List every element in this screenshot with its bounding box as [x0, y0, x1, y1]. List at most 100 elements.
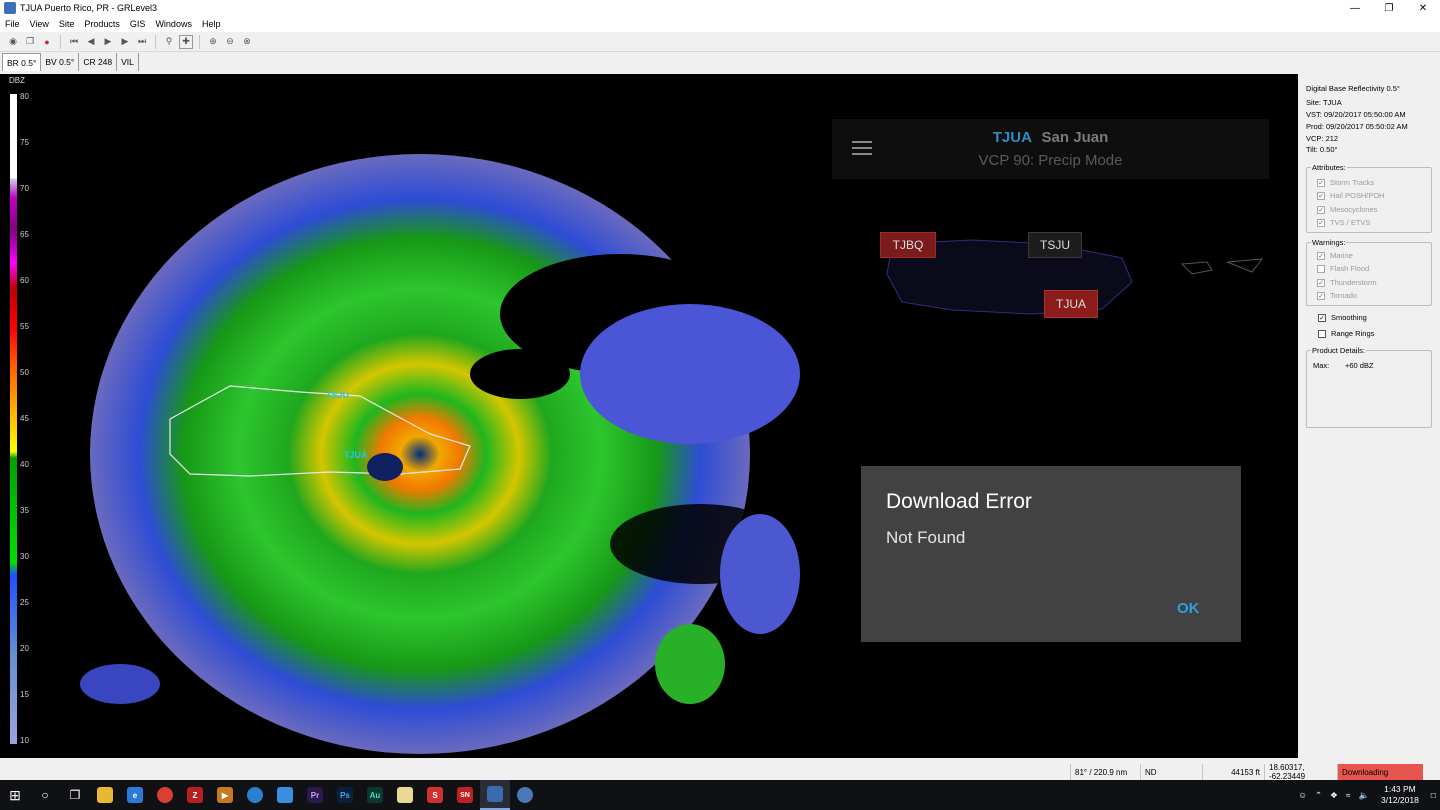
step-back-icon[interactable]: ◀ [84, 35, 98, 49]
checkbox-mesocyclones[interactable]: ✓ Mesocyclones [1317, 205, 1378, 214]
taskbar-explorer[interactable] [90, 780, 120, 810]
chevron-up-icon[interactable]: ⌃ [1311, 790, 1326, 801]
menu-view[interactable]: View [25, 19, 54, 29]
checkbox-flash-flood[interactable]: Flash Flood [1317, 264, 1369, 273]
toolbar-divider [199, 34, 200, 49]
taskbar-filezilla[interactable]: Z [180, 780, 210, 810]
maximize-button[interactable]: ❐ [1372, 0, 1406, 16]
taskbar-clock[interactable]: 1:43 PM 3/12/2018 [1373, 784, 1427, 806]
scale-tick: 70 [20, 184, 29, 193]
system-tray: ☺ ⌃ ❖ ≈ 🔈 1:43 PM 3/12/2018 □ [1294, 780, 1440, 810]
zoom-reset-icon[interactable]: ⊗ [240, 35, 254, 49]
taskbar-media[interactable]: ▶ [210, 780, 240, 810]
taskbar-photoshop[interactable]: Ps [330, 780, 360, 810]
site-line: Site: TJUA [1306, 98, 1342, 107]
prod-line: Prod: 09/20/2017 05:50:02 AM [1306, 122, 1408, 131]
map-label-tjua: TJUA [344, 450, 368, 460]
checkbox-label: Mesocyclones [1330, 205, 1378, 214]
taskbar-grlevel3[interactable] [480, 780, 510, 810]
play-icon[interactable]: ▶ [101, 35, 115, 49]
dialog-title: Download Error [886, 490, 1032, 513]
step-forward-icon[interactable]: ▶ [118, 35, 132, 49]
search-button[interactable]: ○ [30, 780, 60, 810]
scale-tick: 80 [20, 92, 29, 101]
menu-windows[interactable]: Windows [150, 19, 197, 29]
details-max-label: Max: [1313, 361, 1330, 370]
tab-vil[interactable]: VIL [117, 53, 139, 71]
checkbox-storm-tracks[interactable]: ✓ Storm Tracks [1317, 178, 1374, 187]
copy-icon[interactable]: ❐ [23, 35, 37, 49]
first-frame-icon[interactable]: ⏮ [67, 35, 81, 49]
pan-icon[interactable]: ✚ [179, 34, 193, 49]
close-button[interactable]: ✕ [1406, 0, 1440, 16]
checkbox-thunderstorm[interactable]: ✓ Thunderstorm [1317, 278, 1377, 287]
minimize-button[interactable]: — [1338, 0, 1372, 16]
toolbar-divider [60, 34, 61, 49]
taskbar-premiere[interactable]: Pr [300, 780, 330, 810]
wifi-icon[interactable]: ≈ [1342, 790, 1355, 800]
taskbar-notes[interactable] [390, 780, 420, 810]
taskbar-app-blue[interactable] [240, 780, 270, 810]
checkbox-tvs[interactable]: ✓ TVS / ETVS [1317, 218, 1370, 227]
toolbar-divider [155, 34, 156, 49]
checkbox-range-rings[interactable]: Range Rings [1318, 329, 1374, 338]
edge-icon: e [127, 787, 143, 803]
scale-tick: 20 [20, 644, 29, 653]
menu-file[interactable]: File [0, 19, 25, 29]
photoshop-icon: Ps [337, 787, 353, 803]
people-icon[interactable]: ☺ [1294, 790, 1311, 800]
volume-icon[interactable]: 🔈 [1354, 790, 1373, 801]
tab-br[interactable]: BR 0.5° [2, 53, 42, 71]
checkbox-label: Tornado [1330, 291, 1358, 300]
record-icon[interactable]: ● [40, 35, 54, 49]
checkbox-marine[interactable]: ✓ Marine [1317, 251, 1353, 260]
radar-map[interactable]: TSJU TJUA DBZ 80 75 70 65 60 55 50 45 40… [0, 74, 1298, 758]
checkbox-label: Hail POSH/POH [1330, 191, 1385, 200]
window-controls: — ❐ ✕ [1338, 0, 1440, 16]
notifications-icon[interactable]: □ [1427, 790, 1440, 800]
check-icon: ✓ [1318, 313, 1326, 322]
s-app-icon: S [427, 787, 443, 803]
scale-tick: 60 [20, 276, 29, 285]
menu-gis[interactable]: GIS [125, 19, 151, 29]
scale-tick: 45 [20, 414, 29, 423]
details-title: Product Details: [1311, 346, 1366, 355]
dialog-ok-button[interactable]: OK [1177, 600, 1200, 617]
checkbox-smoothing[interactable]: ✓ Smoothing [1318, 313, 1367, 322]
taskbar-s-app[interactable]: S [420, 780, 450, 810]
menu-products[interactable]: Products [79, 19, 125, 29]
dialog-message: Not Found [886, 528, 966, 547]
taskbar-chat[interactable] [270, 780, 300, 810]
checkbox-tornado[interactable]: ✓ Tornado [1317, 291, 1357, 300]
scale-tick: 10 [20, 736, 29, 745]
globe-icon[interactable]: ◉ [6, 35, 20, 49]
check-icon: ✓ [1317, 191, 1325, 200]
tab-bv[interactable]: BV 0.5° [41, 53, 80, 71]
menu-site[interactable]: Site [54, 19, 80, 29]
zoom-out-icon[interactable]: ⊖ [223, 35, 237, 49]
zoom-in-icon[interactable]: ⊕ [206, 35, 220, 49]
clock-date: 3/12/2018 [1381, 795, 1419, 805]
task-view-button[interactable]: ❐ [60, 780, 90, 810]
scale-tick: 35 [20, 506, 29, 515]
zoom-icon[interactable]: ⚲ [162, 35, 176, 49]
checkbox-box [1318, 329, 1326, 338]
dropbox-icon[interactable]: ❖ [1326, 790, 1342, 801]
marker-tsju[interactable]: TSJU [1028, 232, 1082, 258]
taskbar-edge[interactable]: e [120, 780, 150, 810]
checkbox-hail[interactable]: ✓ Hail POSH/POH [1317, 191, 1385, 200]
taskbar-chrome[interactable] [150, 780, 180, 810]
taskbar-clock-app[interactable] [510, 780, 540, 810]
marker-tjua[interactable]: TJUA [1044, 290, 1098, 318]
scale-color-bar [10, 94, 17, 744]
tab-cr[interactable]: CR 248 [79, 53, 118, 71]
last-frame-icon[interactable]: ⏭ [135, 35, 149, 49]
status-value: ND [1140, 764, 1202, 780]
taskbar-news[interactable]: SN [450, 780, 480, 810]
task-view-icon: ❐ [69, 788, 81, 802]
scale-unit: DBZ [9, 76, 25, 85]
start-button[interactable]: ⊞ [0, 780, 30, 810]
menu-help[interactable]: Help [197, 19, 226, 29]
marker-tjbq[interactable]: TJBQ [880, 232, 936, 258]
taskbar-audition[interactable]: Au [360, 780, 390, 810]
